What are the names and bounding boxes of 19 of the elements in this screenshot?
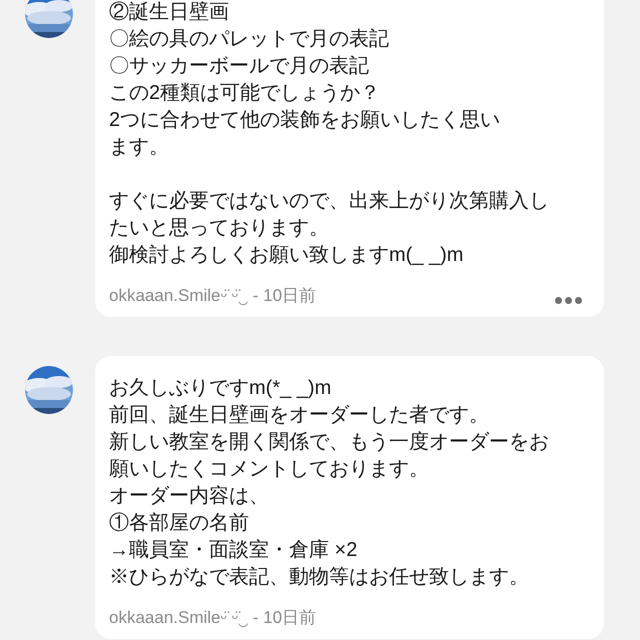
comment-line: すぐに必要ではないので、出来上がり次第購入し (109, 189, 549, 214)
comment-line: この2種類は可能でしょうか？ (109, 81, 380, 106)
comment-line: 新しい教室を開く関係で、もう一度オーダーをお (109, 430, 549, 455)
comment-meta: okkaaan.Smileᵕ̈ ᵕ̈‿ - 10日前 (109, 607, 316, 630)
comment-line: お久しぶりですm(*_ _)m (109, 376, 332, 401)
comment-line: ます。 (109, 135, 169, 160)
comment-line: ②誕生日壁画 (109, 0, 229, 25)
comment-line: オーダー内容は、 (109, 484, 269, 509)
comment-line: たいと思っております。 (109, 216, 329, 241)
comment-line: 〇絵の具のパレットで月の表記 (109, 27, 389, 52)
comment-meta: okkaaan.Smileᵕ̈ ᵕ̈‿ - 10日前 (109, 285, 316, 308)
comment-line: →職員室・面談室・倉庫 ×2 (109, 538, 358, 563)
comment-line: 前回、誕生日壁画をオーダーした者です。 (109, 403, 489, 428)
comment-line: ※ひらがなで表記、動物等はお任せ致します。 (109, 565, 529, 590)
comment-line: 御検討よろしくお願い致しますm(_ _)m (109, 243, 464, 268)
comment-line: 〇サッカーボールで月の表記 (109, 54, 369, 79)
comment-line: ①各部屋の名前 (109, 511, 249, 536)
comment-line: 2つに合わせて他の装飾をお願いしたく思い (109, 108, 500, 133)
comment-line: 願いしたくコメントしております。 (109, 457, 429, 482)
